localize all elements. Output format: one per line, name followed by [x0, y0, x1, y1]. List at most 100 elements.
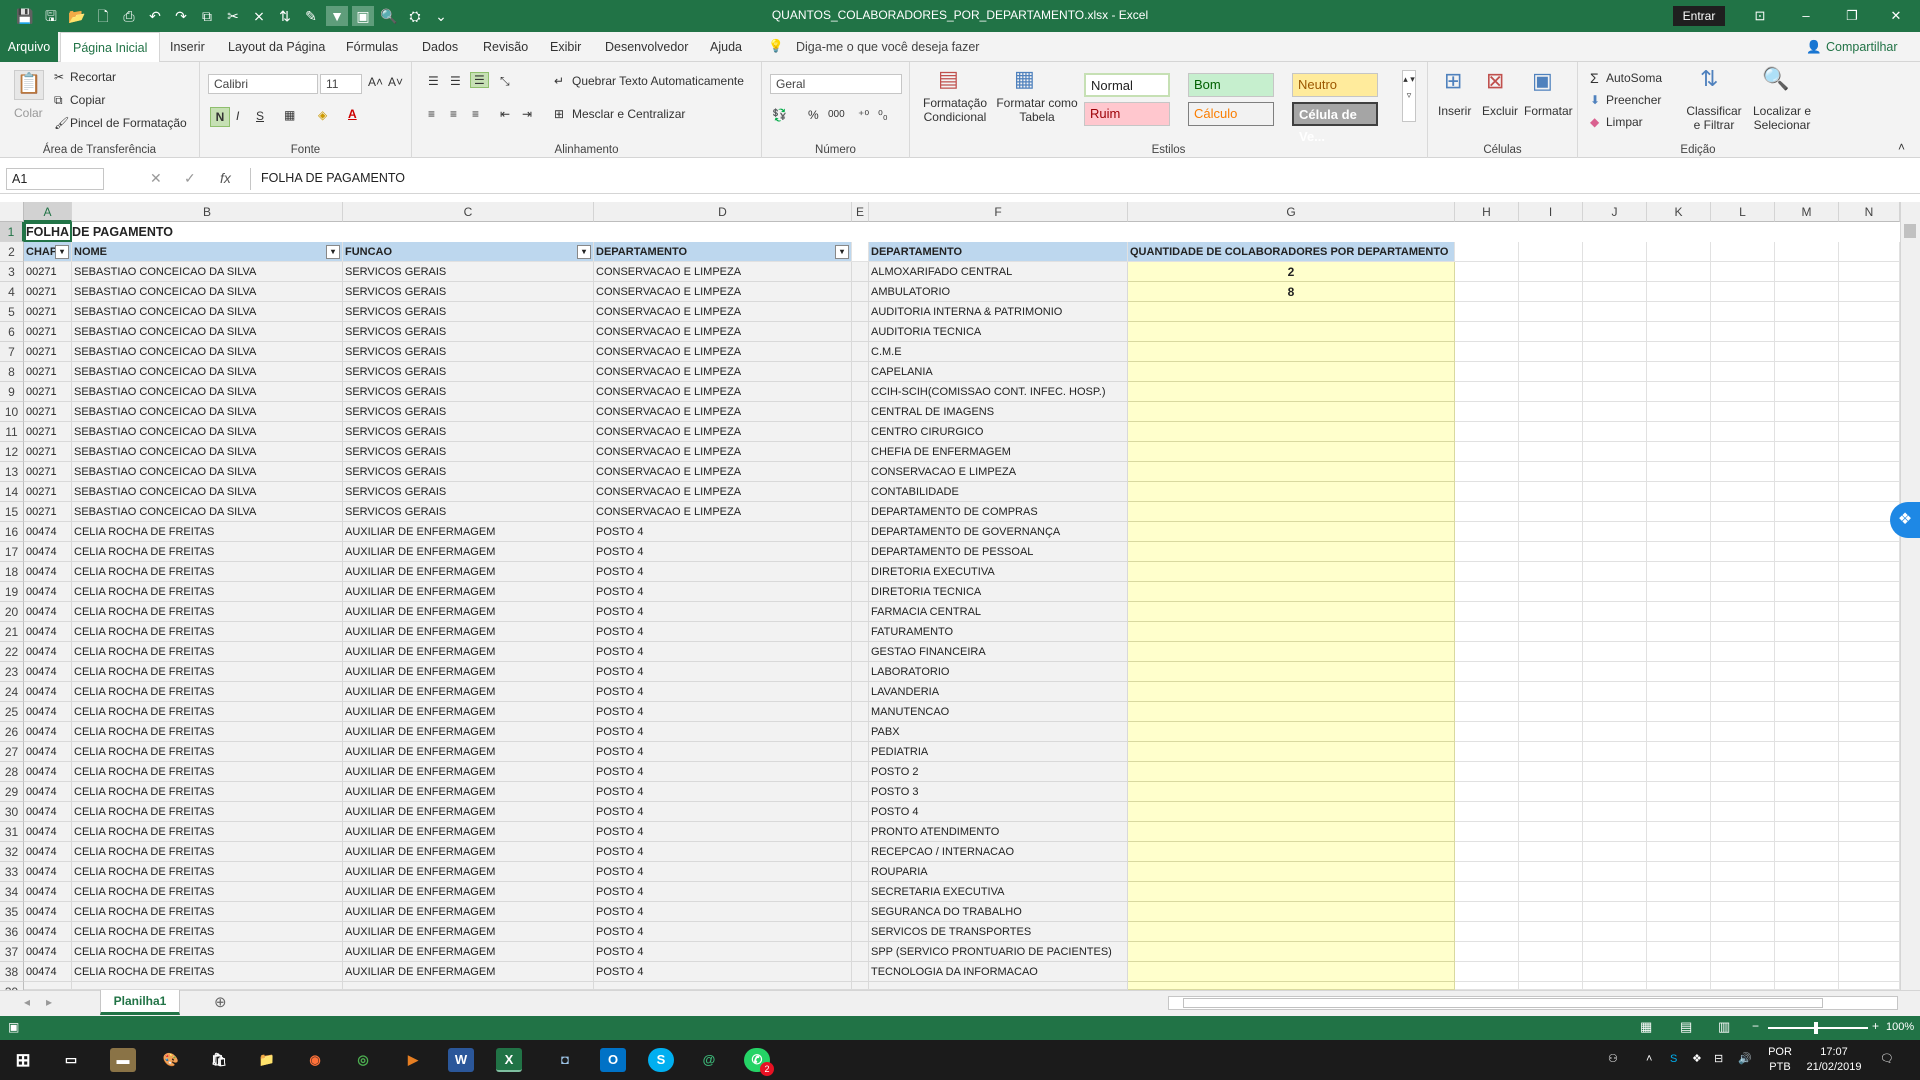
empty-cell[interactable]: [852, 302, 869, 322]
empty-cell[interactable]: [1583, 382, 1647, 402]
row-header[interactable]: 22: [0, 642, 24, 662]
table-cell[interactable]: SEBASTIAO CONCEICAO DA SILVA: [72, 442, 343, 462]
empty-cell[interactable]: [1455, 922, 1519, 942]
empty-cell[interactable]: [1839, 282, 1900, 302]
cancel-icon[interactable]: ✕: [150, 170, 162, 187]
sign-in-button[interactable]: Entrar: [1673, 6, 1725, 26]
name-box[interactable]: A1: [6, 168, 104, 190]
table-cell[interactable]: 00474: [24, 722, 72, 742]
table-cell[interactable]: POSTO 4: [594, 682, 852, 702]
empty-cell[interactable]: [1583, 762, 1647, 782]
row-header[interactable]: 37: [0, 942, 24, 962]
empty-cell[interactable]: [1519, 902, 1583, 922]
summary-department-cell[interactable]: DIRETORIA EXECUTIVA: [869, 562, 1128, 582]
empty-cell[interactable]: [1519, 262, 1583, 282]
table-cell[interactable]: SEBASTIAO CONCEICAO DA SILVA: [72, 402, 343, 422]
empty-cell[interactable]: [1711, 962, 1775, 982]
empty-cell[interactable]: [1455, 902, 1519, 922]
table-cell[interactable]: CONSERVACAO E LIMPEZA: [594, 502, 852, 522]
empty-cell[interactable]: [1455, 562, 1519, 582]
empty-cell[interactable]: [1583, 662, 1647, 682]
empty-cell[interactable]: [1775, 542, 1839, 562]
scroll-thumb[interactable]: [1904, 224, 1916, 238]
table-cell[interactable]: SEBASTIAO CONCEICAO DA SILVA: [72, 262, 343, 282]
summary-count-cell[interactable]: [1128, 462, 1455, 482]
column-header-j[interactable]: J: [1583, 202, 1647, 222]
table-cell[interactable]: 00271: [24, 482, 72, 502]
empty-cell[interactable]: [1583, 722, 1647, 742]
summary-department-cell[interactable]: SECRETARIA EXECUTIVA: [869, 882, 1128, 902]
summary-count-cell[interactable]: 2: [1128, 262, 1455, 282]
table-cell[interactable]: AUXILIAR DE ENFERMAGEM: [343, 522, 594, 542]
table-cell[interactable]: AUXILIAR DE ENFERMAGEM: [343, 682, 594, 702]
empty-cell[interactable]: [1519, 362, 1583, 382]
table-cell[interactable]: AUXILIAR DE ENFERMAGEM: [343, 902, 594, 922]
action-center-icon[interactable]: 🗨: [1880, 1052, 1894, 1067]
table-cell[interactable]: CELIA ROCHA DE FREITAS: [72, 942, 343, 962]
empty-cell[interactable]: [1839, 382, 1900, 402]
empty-cell[interactable]: [1583, 442, 1647, 462]
empty-cell[interactable]: [1583, 462, 1647, 482]
table-cell[interactable]: AUXILIAR DE ENFERMAGEM: [343, 702, 594, 722]
column-header-c[interactable]: C: [343, 202, 594, 222]
empty-cell[interactable]: [1519, 762, 1583, 782]
empty-cell[interactable]: [1647, 802, 1711, 822]
empty-cell[interactable]: [1583, 942, 1647, 962]
empty-cell[interactable]: [1775, 362, 1839, 382]
empty-cell[interactable]: [1647, 382, 1711, 402]
empty-cell[interactable]: [1519, 702, 1583, 722]
empty-cell[interactable]: [1519, 882, 1583, 902]
share-button[interactable]: Compartilhar: [1826, 40, 1898, 54]
increase-decimal-button[interactable]: ⁺⁰: [858, 108, 869, 122]
table-cell[interactable]: CELIA ROCHA DE FREITAS: [72, 642, 343, 662]
summary-count-cell[interactable]: [1128, 702, 1455, 722]
empty-cell[interactable]: [1519, 782, 1583, 802]
table-cell[interactable]: 00474: [24, 562, 72, 582]
table-cell[interactable]: SERVICOS GERAIS: [343, 482, 594, 502]
empty-cell[interactable]: [1583, 402, 1647, 422]
italic-button[interactable]: I: [236, 109, 239, 123]
remote-desktop-icon[interactable]: ◘: [552, 1048, 578, 1072]
empty-cell[interactable]: [1839, 422, 1900, 442]
table-cell[interactable]: 00271: [24, 302, 72, 322]
table-cell[interactable]: 00474: [24, 622, 72, 642]
summary-count-cell[interactable]: [1128, 322, 1455, 342]
volume-icon[interactable]: 🔊: [1738, 1052, 1752, 1067]
summary-department-cell[interactable]: POSTO 4: [869, 802, 1128, 822]
empty-cell[interactable]: [1647, 582, 1711, 602]
row-header[interactable]: 1: [0, 222, 24, 242]
empty-cell[interactable]: [1519, 742, 1583, 762]
empty-cell[interactable]: [1775, 662, 1839, 682]
empty-cell[interactable]: [1775, 422, 1839, 442]
row-header[interactable]: 27: [0, 742, 24, 762]
empty-cell[interactable]: [1583, 962, 1647, 982]
summary-department-cell[interactable]: AUDITORIA TECNICA: [869, 322, 1128, 342]
decrease-indent-icon[interactable]: ⇤: [500, 107, 510, 121]
chrome-icon[interactable]: ◎: [350, 1048, 376, 1072]
row-header[interactable]: 18: [0, 562, 24, 582]
empty-cell[interactable]: [1775, 842, 1839, 862]
summary-department-cell[interactable]: FATURAMENTO: [869, 622, 1128, 642]
summary-count-cell[interactable]: [1128, 342, 1455, 362]
empty-cell[interactable]: [1839, 862, 1900, 882]
empty-cell[interactable]: [1583, 502, 1647, 522]
summary-header-quantity[interactable]: QUANTIDADE DE COLABORADORES POR DEPARTAM…: [1128, 242, 1455, 262]
excel-icon[interactable]: X: [496, 1048, 522, 1072]
customize-qat-icon[interactable]: ⌄: [430, 6, 452, 26]
row-header[interactable]: 5: [0, 302, 24, 322]
table-cell[interactable]: CELIA ROCHA DE FREITAS: [72, 962, 343, 982]
empty-cell[interactable]: [1775, 382, 1839, 402]
tab-home[interactable]: Página Inicial: [60, 32, 161, 63]
empty-cell[interactable]: [1839, 942, 1900, 962]
empty-cell[interactable]: [1647, 682, 1711, 702]
summary-department-cell[interactable]: CENTRAL DE IMAGENS: [869, 402, 1128, 422]
summary-department-cell[interactable]: ALMOXARIFADO CENTRAL: [869, 262, 1128, 282]
borders-icon[interactable]: ▦: [284, 108, 295, 122]
restore-button[interactable]: ❐: [1832, 6, 1872, 26]
summary-count-cell[interactable]: [1128, 302, 1455, 322]
undo-icon[interactable]: ↶: [144, 6, 166, 26]
format-cells-button[interactable]: Formatar: [1524, 104, 1573, 118]
empty-cell[interactable]: [1455, 322, 1519, 342]
style-bad[interactable]: Ruim: [1084, 102, 1170, 126]
empty-cell[interactable]: [852, 602, 869, 622]
